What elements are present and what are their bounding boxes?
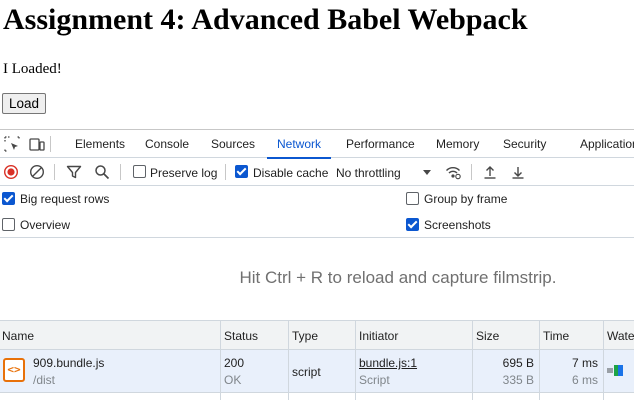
- script-file-icon: <>: [3, 358, 25, 382]
- group-by-frame-checkbox[interactable]: [406, 192, 419, 205]
- toolbar-separator: [54, 164, 55, 180]
- tab-security[interactable]: Security: [503, 130, 546, 158]
- tab-elements[interactable]: Elements: [75, 130, 125, 158]
- column-header-waterfall[interactable]: Waterfall: [605, 321, 634, 351]
- search-icon[interactable]: [94, 164, 110, 180]
- preserve-log-label: Preserve log: [150, 166, 218, 180]
- column-divider: [220, 320, 221, 400]
- preserve-log-checkbox[interactable]: [133, 165, 146, 178]
- request-status-text: OK: [224, 373, 242, 387]
- filmstrip-area: Hit Ctrl + R to reload and capture films…: [0, 238, 634, 320]
- overview-checkbox[interactable]: [2, 218, 15, 231]
- clear-icon[interactable]: [29, 164, 45, 180]
- column-header-type[interactable]: Type: [290, 321, 354, 351]
- column-divider: [539, 320, 540, 400]
- request-name[interactable]: 909.bundle.js: [33, 356, 104, 370]
- toolbar-separator: [225, 164, 226, 180]
- column-header-initiator[interactable]: Initiator: [357, 321, 471, 351]
- tab-sources[interactable]: Sources: [211, 130, 255, 158]
- toolbar-separator: [471, 164, 472, 180]
- import-har-icon[interactable]: [482, 164, 498, 180]
- column-divider: [603, 320, 604, 400]
- network-settings: Big request rows Group by frame Overview…: [0, 186, 634, 238]
- initiator-type: Script: [359, 373, 390, 387]
- chevron-down-icon[interactable]: [419, 164, 435, 180]
- page-title: Assignment 4: Advanced Babel Webpack: [3, 3, 528, 36]
- tab-console[interactable]: Console: [145, 130, 189, 158]
- tab-performance[interactable]: Performance: [346, 130, 415, 158]
- tab-application[interactable]: Application: [580, 130, 634, 158]
- request-type: script: [292, 365, 321, 379]
- tab-network[interactable]: Network: [266, 130, 332, 159]
- request-status: 200: [224, 356, 245, 370]
- screenshots-label: Screenshots: [424, 218, 491, 232]
- column-divider: [288, 320, 289, 400]
- record-icon[interactable]: [3, 164, 19, 180]
- column-header-size[interactable]: Size: [474, 321, 537, 351]
- resource-size: 335 B: [502, 373, 534, 387]
- column-divider: [472, 320, 473, 400]
- device-toolbar-icon[interactable]: [29, 136, 45, 152]
- inspect-element-icon[interactable]: [4, 136, 20, 152]
- network-conditions-icon[interactable]: [445, 164, 461, 180]
- column-divider: [355, 320, 356, 400]
- request-path: /dist: [33, 373, 56, 387]
- tab-bar-separator: [50, 136, 51, 152]
- devtools-tab-bar: Elements Console Sources Network Perform…: [0, 130, 634, 159]
- big-request-rows-checkbox[interactable]: [2, 192, 15, 205]
- toolbar-separator: [120, 164, 121, 180]
- waterfall-bar: [607, 364, 627, 377]
- page-content: Assignment 4: Advanced Babel Webpack I L…: [0, 0, 634, 129]
- requests-table: Name Status Type Initiator Size Time Wat…: [0, 320, 634, 400]
- throttling-select[interactable]: No throttling: [336, 166, 401, 180]
- request-size: 695 B: [502, 356, 534, 370]
- request-time: 7 ms: [571, 356, 598, 370]
- overview-label: Overview: [20, 218, 71, 232]
- request-latency: 6 ms: [571, 373, 598, 387]
- export-har-icon[interactable]: [510, 164, 526, 180]
- filter-icon[interactable]: [66, 164, 82, 180]
- column-header-status[interactable]: Status: [222, 321, 287, 351]
- group-by-frame-label: Group by frame: [424, 192, 508, 206]
- disable-cache-checkbox[interactable]: [235, 165, 248, 178]
- load-button[interactable]: Load: [2, 93, 47, 114]
- screenshots-checkbox[interactable]: [406, 218, 419, 231]
- initiator-link[interactable]: bundle.js:1: [359, 356, 417, 370]
- loaded-text: I Loaded!: [3, 61, 62, 77]
- devtools-panel: Elements Console Sources Network Perform…: [0, 129, 634, 400]
- big-request-rows-label: Big request rows: [20, 192, 110, 206]
- network-toolbar: Preserve log Disable cache No throttling: [0, 158, 634, 186]
- disable-cache-label: Disable cache: [253, 166, 329, 180]
- column-header-name[interactable]: Name: [0, 321, 220, 351]
- column-header-time[interactable]: Time: [541, 321, 603, 351]
- tab-memory[interactable]: Memory: [436, 130, 479, 158]
- filmstrip-message: Hit Ctrl + R to reload and capture films…: [239, 268, 557, 287]
